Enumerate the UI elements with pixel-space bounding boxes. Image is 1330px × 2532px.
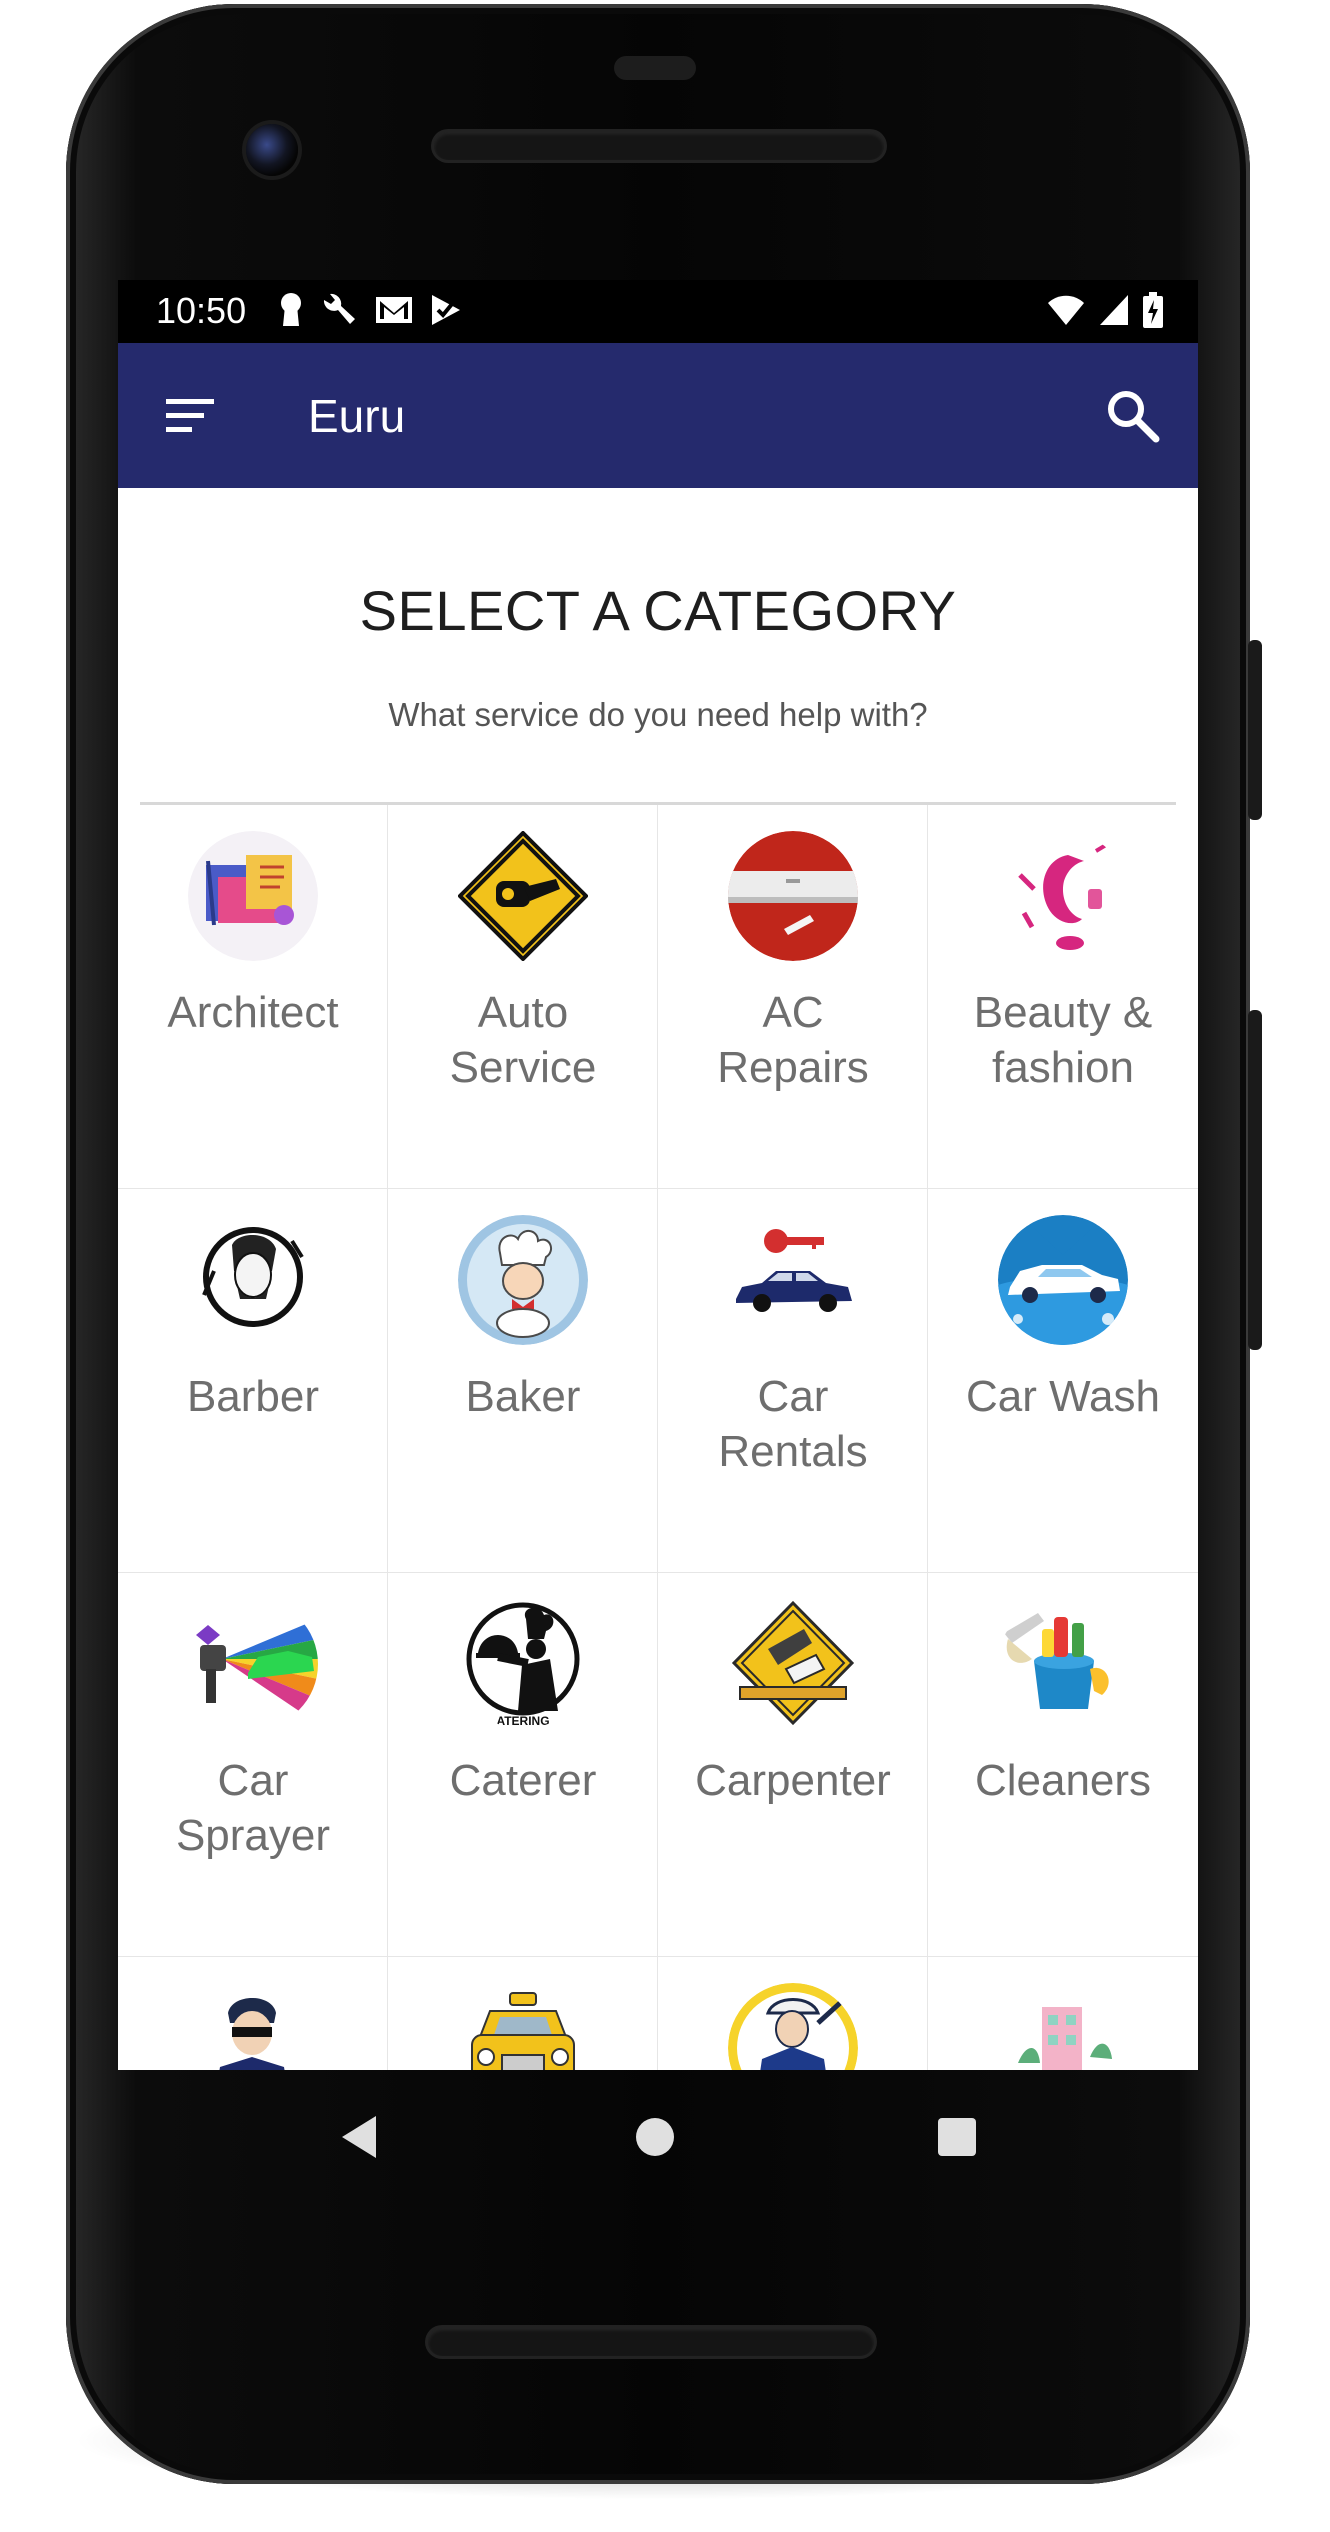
- car-sprayer-icon: [188, 1599, 318, 1729]
- signal-icon: [1100, 295, 1128, 325]
- baker-icon: [458, 1215, 588, 1345]
- category-label: Caterer: [449, 1756, 597, 1805]
- category-car-sprayer[interactable]: Car Sprayer: [118, 1573, 388, 1957]
- search-icon[interactable]: [1102, 385, 1162, 445]
- front-camera: [246, 124, 298, 176]
- volume-button: [1248, 1010, 1262, 1350]
- wifi-icon: [1048, 295, 1084, 325]
- category-security[interactable]: [118, 1957, 388, 2070]
- security-guard-icon: [188, 1983, 318, 2070]
- category-car-rentals[interactable]: Car Rentals: [658, 1189, 928, 1573]
- category-label: Cleaners: [974, 1756, 1152, 1805]
- home-icon[interactable]: [630, 2112, 680, 2162]
- earpiece: [614, 56, 696, 80]
- category-label: Car Sprayer: [175, 1756, 331, 1860]
- category-caterer[interactable]: ATERING Caterer: [388, 1573, 658, 1957]
- svg-text:ATERING: ATERING: [496, 1714, 549, 1728]
- recents-icon[interactable]: [934, 2114, 980, 2160]
- navigation-bar: [118, 2070, 1198, 2200]
- page-title: SELECT A CATEGORY: [359, 579, 957, 642]
- category-baker[interactable]: Baker: [388, 1189, 658, 1573]
- beauty-fashion-icon: [998, 831, 1128, 961]
- status-time: 10:50: [156, 290, 247, 331]
- category-label: Car Wash: [966, 1372, 1160, 1421]
- category-label: Barber: [186, 1372, 320, 1421]
- app-bar: Euru: [118, 343, 1198, 488]
- screen: 10:50 Euru SELECT A CATEGORY What servic…: [118, 280, 1198, 2070]
- system-icons: [1046, 292, 1164, 328]
- category-architect[interactable]: Architect: [118, 805, 388, 1189]
- category-auto-service[interactable]: Auto Service: [388, 805, 658, 1189]
- category-label: Architect: [167, 988, 339, 1037]
- category-label: Beauty & fashion: [973, 988, 1153, 1092]
- car-wash-icon: [998, 1215, 1128, 1345]
- electrician-icon: [728, 1983, 858, 2070]
- taxi-icon: [458, 1983, 588, 2070]
- auto-service-icon: [458, 831, 588, 961]
- top-speaker: [434, 132, 884, 160]
- category-barber[interactable]: Barber: [118, 1189, 388, 1573]
- ac-repairs-icon: [728, 831, 858, 961]
- category-cleaners[interactable]: Cleaners: [928, 1573, 1198, 1957]
- category-label: Carpenter: [695, 1756, 891, 1805]
- gmail-icon: [376, 297, 412, 323]
- caterer-icon: ATERING: [458, 1599, 588, 1729]
- keyhole-icon: [281, 293, 301, 326]
- category-building[interactable]: [928, 1957, 1198, 2070]
- bottom-speaker: [428, 2328, 874, 2356]
- category-beauty-fashion[interactable]: Beauty & fashion: [928, 805, 1198, 1189]
- power-button: [1248, 640, 1262, 820]
- barber-icon: [188, 1215, 318, 1345]
- category-label: Car Rentals: [718, 1372, 868, 1476]
- notification-icons: [278, 292, 462, 328]
- building-icon: [998, 1983, 1128, 2070]
- architect-icon: [188, 831, 318, 961]
- cleaners-icon: [998, 1599, 1128, 1729]
- play-check-icon: [432, 295, 460, 325]
- category-grid: Architect Auto Service AC Repairs Beauty…: [118, 805, 1198, 2070]
- category-carpenter[interactable]: Carpenter: [658, 1573, 928, 1957]
- back-icon[interactable]: [334, 2112, 384, 2162]
- wrench-icon: [323, 293, 355, 324]
- car-rentals-icon: [728, 1215, 858, 1345]
- battery-icon: [1143, 292, 1163, 328]
- page-subtitle: What service do you need help with?: [388, 696, 928, 733]
- category-electrician[interactable]: [658, 1957, 928, 2070]
- category-label: Baker: [465, 1372, 581, 1421]
- content-area: SELECT A CATEGORY What service do you ne…: [118, 488, 1198, 2070]
- category-label: AC Repairs: [717, 988, 869, 1092]
- category-ac-repairs[interactable]: AC Repairs: [658, 805, 928, 1189]
- status-bar: 10:50: [118, 280, 1198, 343]
- carpenter-icon: [728, 1599, 858, 1729]
- category-taxi[interactable]: [388, 1957, 658, 2070]
- app-title: Euru: [308, 390, 406, 442]
- menu-icon[interactable]: [162, 393, 222, 439]
- category-label: Auto Service: [449, 988, 597, 1092]
- category-car-wash[interactable]: Car Wash: [928, 1189, 1198, 1573]
